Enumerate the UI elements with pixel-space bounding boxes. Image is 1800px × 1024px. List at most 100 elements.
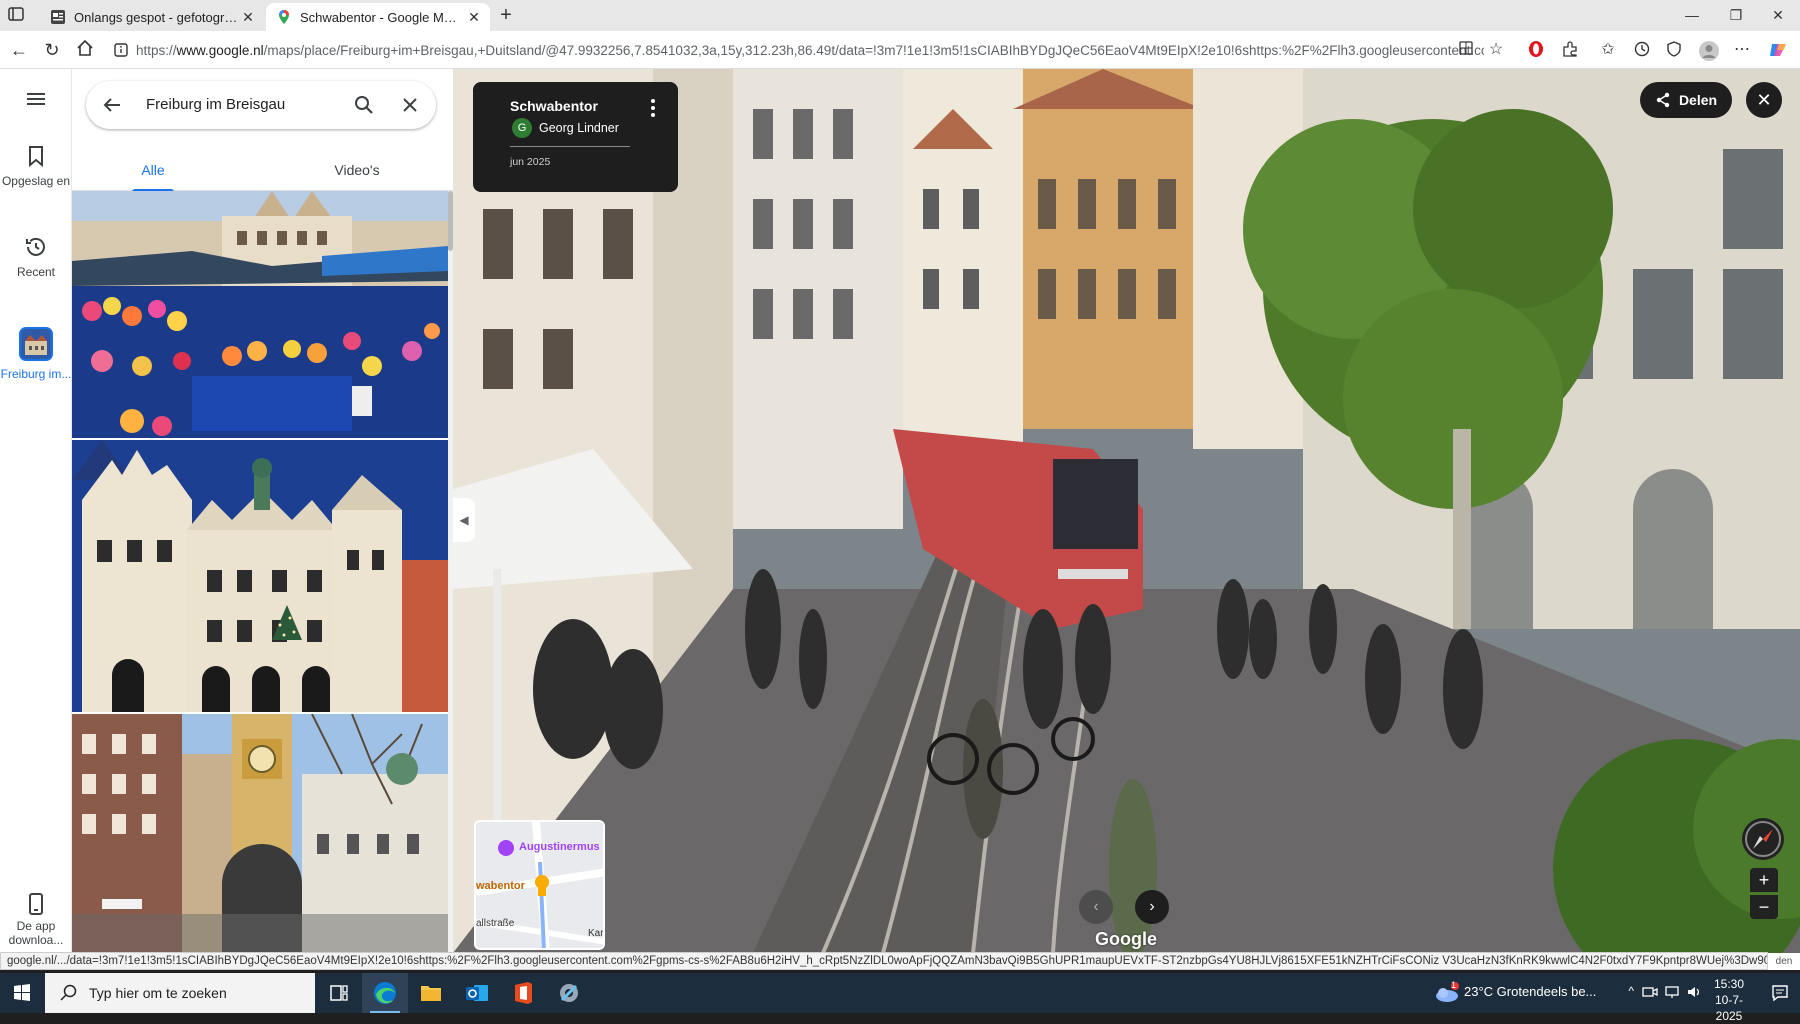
rail-saved-label: Opgeslag en [1,174,71,188]
close-tab-icon[interactable]: ✕ [464,9,484,26]
back-button[interactable]: ← [8,39,30,61]
author-name[interactable]: Georg Lindner [539,121,619,135]
search-input[interactable]: Freiburg im Breisgau [146,96,285,113]
show-hidden-icons[interactable]: ^ [1628,984,1634,998]
rail-item-recent-place[interactable]: Freiburg im... [0,327,72,381]
favorite-star-icon[interactable]: ☆ [1486,40,1506,60]
address-bar[interactable]: https://www.google.nl/maps/place/Freibur… [106,35,1484,65]
clock-date: 10-7-2025 [1714,993,1743,1023]
rail-app-label: De app downloa... [8,919,64,947]
tab-title: Schwabentor - Google Maps [300,9,464,25]
browser-tab-bar: Onlangs gespot - gefotografeerd ✕ Schwab… [0,0,1800,31]
photo-tabs: Alle Video's [72,149,453,192]
volume-icon[interactable] [1686,984,1702,1003]
task-view-button[interactable] [316,973,362,1013]
history-icon[interactable] [1632,40,1652,60]
more-options-icon[interactable]: ⋯ [1732,40,1752,60]
tab-videos[interactable]: Video's [322,149,392,191]
windows-taskbar: Typ hier om te zoeken 1 23°C Grotendeels… [0,973,1800,1023]
clock[interactable]: 15:30 10-7-2025 [1704,976,1754,1024]
previous-photo-button[interactable]: ‹ [1079,890,1113,924]
favorites-icon[interactable]: ✩ [1598,40,1618,60]
taskbar-edge[interactable] [362,973,408,1013]
notifications-icon[interactable] [1770,983,1790,1006]
photo-info-card: Schwabentor G Georg Lindner jun 2025 [473,82,678,192]
restore-button[interactable]: ❐ [1714,0,1758,31]
mini-map[interactable]: Augustinermus wabentor allstraße Kar [474,820,605,950]
back-arrow-icon[interactable] [100,93,124,122]
author-avatar[interactable]: G [512,118,532,138]
rail-item-saved[interactable]: Opgeslag en [0,144,72,188]
share-button[interactable]: Delen [1640,82,1732,118]
compass-icon[interactable] [1742,818,1784,860]
taskbar-app[interactable] [546,973,592,1013]
photo-town-hall[interactable] [72,440,448,712]
place-thumbnail [19,327,53,361]
news-icon [50,9,66,25]
close-viewer-button[interactable]: ✕ [1746,82,1782,118]
meet-now-icon[interactable] [1642,984,1658,1003]
tab-all[interactable]: Alle [132,149,174,192]
collapse-panel-button[interactable]: ◀ [453,498,475,542]
reload-button[interactable]: ↻ [41,39,63,61]
app-available-icon[interactable] [1456,40,1476,60]
status-url-text: google.nl/.../data=!3m7!1e1!3m5!1sCIABIh… [7,955,1768,967]
more-options-icon[interactable] [643,96,663,120]
history-icon [26,237,45,256]
edge-icon [374,982,396,1004]
browser-essentials-icon[interactable] [1664,40,1684,60]
photo-market[interactable] [72,191,448,438]
taskbar-search[interactable]: Typ hier om te zoeken [45,973,315,1013]
home-button[interactable] [74,39,96,61]
network-icon[interactable] [1664,984,1680,1003]
clear-search-icon[interactable] [398,93,422,122]
weather-icon[interactable]: 1 [1434,980,1460,1005]
menu-button[interactable] [0,87,72,117]
next-photo-button[interactable]: › [1135,890,1169,924]
close-window-button[interactable]: ✕ [1756,0,1800,31]
opera-extension-icon[interactable] [1526,40,1546,60]
taskbar-outlook[interactable] [454,973,500,1013]
tab-google-maps[interactable]: Schwabentor - Google Maps ✕ [266,3,490,31]
taskbar-file-explorer[interactable] [408,973,454,1013]
minimap-label-museum: Augustinermus [519,841,600,853]
place-title[interactable]: Schwabentor [510,98,598,114]
weather-text[interactable]: 23°C Grotendeels be... [1464,984,1610,999]
close-tab-icon[interactable]: ✕ [238,9,258,26]
taskbar-office[interactable] [500,973,546,1013]
rail-item-download-app[interactable]: De app downloa... [0,893,72,947]
new-tab-button[interactable]: + [494,4,518,28]
rail-recent-label: Recent [16,265,56,279]
outlook-icon [466,985,488,1001]
photo-city-gate[interactable] [72,714,448,953]
tab-onlangs-gespot[interactable]: Onlangs gespot - gefotografeerd ✕ [40,3,264,31]
phone-icon [29,893,43,915]
clock-time: 15:30 [1713,977,1745,991]
tab-actions-icon[interactable] [8,6,28,24]
zoom-out-button[interactable]: − [1750,895,1778,919]
windows-logo-icon [14,984,30,1001]
divider [510,146,630,147]
office-icon [515,982,532,1004]
status-bar-url: google.nl/.../data=!3m7!1e1!3m5!1sCIABIh… [0,952,1768,970]
rail-place-label: Freiburg im... [0,367,72,381]
url-domain: www.google.nl [176,42,264,58]
minimap-label-gate: wabentor [476,880,525,892]
start-button[interactable] [0,973,44,1013]
search-icon[interactable] [352,93,376,122]
street-view-viewer[interactable] [453,69,1800,953]
search-box[interactable]: Freiburg im Breisgau [86,81,436,129]
url-text[interactable]: https://www.google.nl/maps/place/Freibur… [130,43,1484,58]
photos-panel: Freiburg im Breisgau Alle Video's [72,69,453,953]
taskbar-search-placeholder: Typ hier om te zoeken [89,985,227,1001]
minimize-button[interactable]: — [1670,0,1714,31]
share-icon [1656,92,1670,108]
site-info-icon[interactable] [112,41,130,59]
copilot-icon[interactable] [1768,40,1788,60]
zoom-in-button[interactable]: + [1750,868,1778,892]
share-label: Delen [1678,92,1718,108]
extensions-icon[interactable] [1560,40,1580,60]
notification-badge: 1 [1451,980,1457,990]
profile-avatar[interactable] [1698,40,1719,61]
rail-item-recent[interactable]: Recent [0,235,72,279]
